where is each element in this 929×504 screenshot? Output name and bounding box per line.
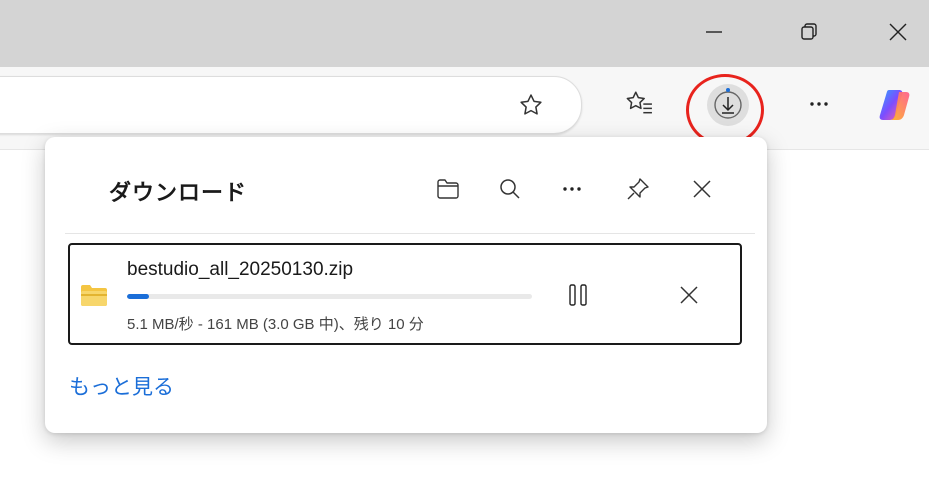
- more-options-icon: [563, 187, 581, 191]
- favorites-list-icon: [626, 91, 652, 114]
- see-more-link[interactable]: もっと見る: [69, 371, 174, 401]
- more-options-button[interactable]: [552, 169, 592, 209]
- pause-icon: [569, 284, 587, 306]
- header-divider: [65, 233, 755, 234]
- more-menu-button[interactable]: [799, 84, 839, 124]
- favorite-star-icon: [520, 94, 542, 115]
- download-status: 5.1 MB/秒 - 161 MB (3.0 GB 中)、残り 10 分: [127, 316, 424, 333]
- download-filename: bestudio_all_20250130.zip: [127, 259, 354, 280]
- pin-icon: [627, 178, 649, 200]
- download-item[interactable]: bestudio_all_20250130.zip 5.1 MB/秒 - 161…: [68, 243, 742, 345]
- more-icon: [810, 102, 828, 106]
- highlight-circle-annotation: [686, 74, 764, 146]
- restore-button[interactable]: [789, 12, 829, 52]
- favorite-star-button[interactable]: [511, 85, 551, 125]
- download-progress-fill: [127, 294, 149, 299]
- downloads-flyout: ダウンロード bestudio_all_20250130.zip 5.1 MB/…: [45, 137, 767, 433]
- close-flyout-button[interactable]: [682, 169, 722, 209]
- zip-file-icon: [80, 283, 108, 311]
- pin-button[interactable]: [618, 169, 658, 209]
- copilot-icon: [879, 90, 910, 120]
- minimize-button[interactable]: [694, 12, 734, 52]
- download-progress-bar: [127, 294, 532, 299]
- minimize-icon: [706, 31, 722, 33]
- flyout-title: ダウンロード: [109, 181, 248, 206]
- open-folder-button[interactable]: [428, 169, 468, 209]
- restore-icon: [801, 23, 817, 40]
- search-icon: [500, 179, 520, 199]
- open-folder-icon: [437, 179, 459, 199]
- search-downloads-button[interactable]: [490, 169, 530, 209]
- address-bar[interactable]: [0, 76, 582, 134]
- pause-download-button[interactable]: [556, 273, 600, 317]
- close-icon: [889, 23, 907, 41]
- close-icon: [693, 180, 711, 198]
- title-bar: [0, 0, 929, 67]
- cancel-download-button[interactable]: [667, 273, 711, 317]
- close-icon: [680, 286, 698, 304]
- close-window-button[interactable]: [878, 12, 918, 52]
- favorites-button[interactable]: [619, 83, 659, 123]
- copilot-button[interactable]: [877, 86, 915, 124]
